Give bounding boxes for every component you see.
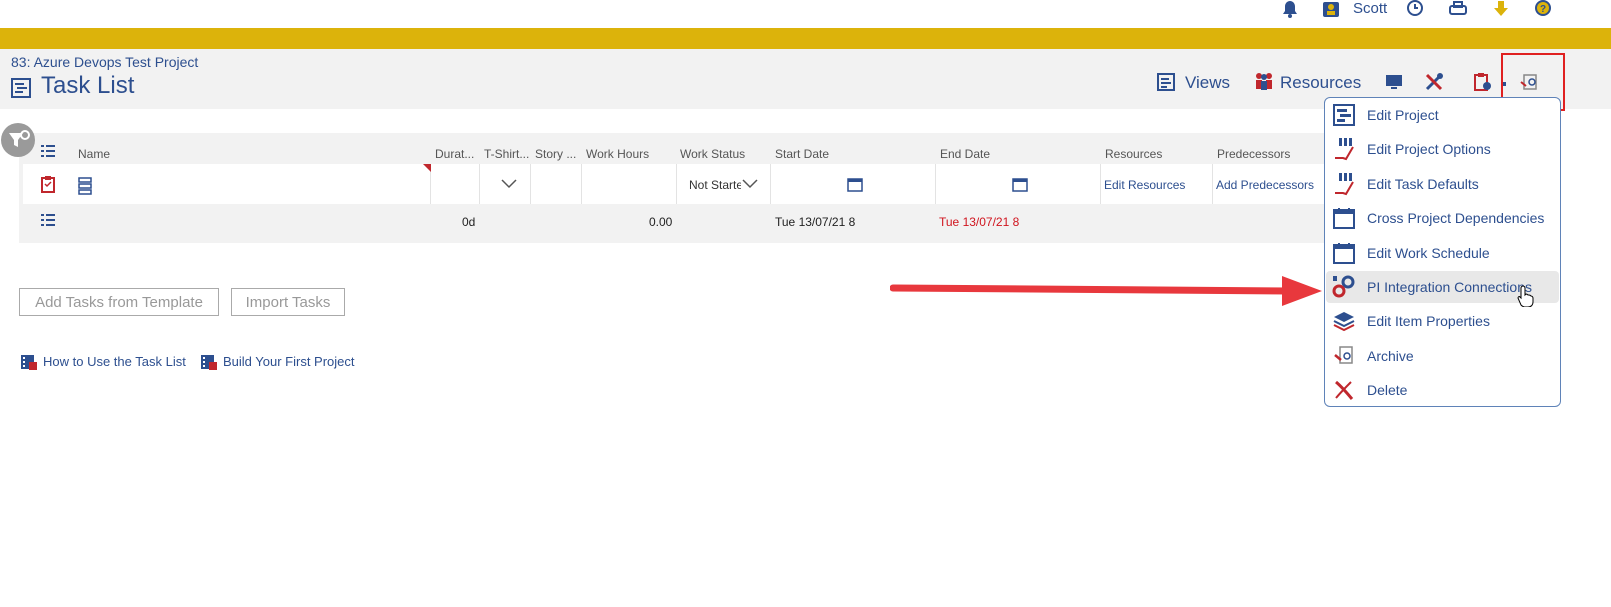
menu-item-label: Edit Project (1367, 107, 1439, 123)
page-title: Task List (41, 72, 135, 99)
add-tasks-from-template-button[interactable]: Add Tasks from Template (19, 288, 219, 316)
column-header-end-date[interactable]: End Date (940, 147, 990, 161)
menu-item-label: Edit Project Options (1367, 141, 1491, 157)
column-header-work-status[interactable]: Work Status (680, 147, 745, 161)
menu-item-label: Edit Item Properties (1367, 313, 1490, 329)
required-marker (423, 164, 431, 172)
column-header-predecessors[interactable]: Predecessors (1217, 147, 1290, 161)
svg-text:?: ? (1540, 4, 1546, 15)
cell-divider (1100, 164, 1101, 204)
edit-resources-link[interactable]: Edit Resources (1104, 178, 1185, 192)
views-icon[interactable] (1157, 73, 1175, 96)
row-menu-icon[interactable] (41, 144, 55, 163)
top-bar: Scott ? (0, 0, 1611, 28)
cell-divider (676, 164, 677, 204)
cell-divider (581, 164, 582, 204)
task-list-icon (11, 78, 31, 103)
help-icon[interactable]: ? (1532, 0, 1554, 18)
how-to-use-link[interactable]: How to Use the Task List (43, 354, 186, 369)
start-date-calendar-icon[interactable] (847, 177, 863, 197)
menu-item-edit-work-schedule[interactable]: Edit Work Schedule (1326, 237, 1559, 269)
summary-row-icon (41, 213, 55, 232)
breadcrumb[interactable]: 83: Azure Devops Test Project (11, 54, 198, 70)
add-predecessors-link[interactable]: Add Predecessors (1216, 178, 1314, 192)
work-status-chevron-icon[interactable] (741, 176, 759, 194)
menu-item-archive[interactable]: Archive (1326, 340, 1559, 372)
menu-item-label: Archive (1367, 348, 1414, 364)
calendar-icon (1331, 240, 1357, 266)
menu-item-edit-task-defaults[interactable]: Edit Task Defaults (1326, 168, 1559, 200)
layers-icon (1331, 308, 1357, 334)
summary-end-date: Tue 13/07/21 8 (939, 215, 1020, 229)
summary-work-hours: 0.00 (649, 215, 673, 229)
cell-divider (935, 164, 936, 204)
menu-item-label: Delete (1367, 382, 1408, 398)
tools-icon[interactable] (1424, 72, 1444, 97)
video-guide-icon (20, 354, 38, 375)
column-header-story[interactable]: Story ... (535, 147, 581, 161)
user-name[interactable]: Scott (1353, 0, 1387, 17)
resources-icon[interactable] (1254, 72, 1274, 95)
user-badge-icon[interactable] (1320, 0, 1342, 18)
column-header-name[interactable]: Name (78, 147, 110, 161)
end-date-calendar-icon[interactable] (1012, 177, 1028, 197)
import-tasks-button[interactable]: Import Tasks (231, 288, 345, 316)
views-button[interactable]: Views (1185, 73, 1230, 93)
cell-divider (479, 164, 480, 204)
download-icon[interactable] (1490, 0, 1512, 18)
column-header-start-date[interactable]: Start Date (775, 147, 829, 161)
annotation-arrow (890, 276, 1322, 306)
project-options-menu: Edit Project Edit Project Options Edit T… (1324, 97, 1561, 407)
gears-icon (1331, 274, 1357, 300)
tshirt-dropdown-chevron-icon[interactable] (500, 176, 518, 194)
clock-icon[interactable] (1404, 0, 1426, 18)
printer-icon[interactable] (1447, 0, 1469, 18)
menu-item-label: PI Integration Connections (1367, 279, 1532, 295)
task-clipboard-icon[interactable] (41, 175, 55, 198)
column-header-duration[interactable]: Durat... (435, 147, 481, 161)
menu-item-edit-project[interactable]: Edit Project (1326, 99, 1559, 131)
work-status-select[interactable]: Not Starte (689, 178, 741, 192)
monitor-icon[interactable] (1384, 73, 1404, 96)
filter-icon[interactable] (0, 122, 36, 163)
column-header-resources[interactable]: Resources (1105, 147, 1162, 161)
clipboard-check-icon[interactable] (1472, 72, 1492, 97)
archive-icon (1331, 343, 1357, 369)
brand-bar (0, 28, 1611, 49)
cell-divider (530, 164, 531, 204)
menu-item-delete[interactable]: Delete (1326, 374, 1559, 406)
column-header-work-hours[interactable]: Work Hours (586, 147, 649, 161)
gantt-icon (1331, 102, 1357, 128)
bell-icon[interactable] (1279, 0, 1301, 18)
column-header-tshirt[interactable]: T-Shirt... (484, 147, 530, 161)
cell-divider (1212, 164, 1213, 204)
options-icon (1331, 136, 1357, 162)
resources-button[interactable]: Resources (1280, 73, 1361, 93)
delete-icon (1331, 377, 1357, 403)
build-first-project-link[interactable]: Build Your First Project (223, 354, 355, 369)
summary-start-date: Tue 13/07/21 8 (775, 215, 856, 229)
video-guide-icon (200, 354, 218, 375)
cell-divider (770, 164, 771, 204)
calendar-icon (1331, 205, 1357, 231)
menu-item-label: Edit Task Defaults (1367, 176, 1479, 192)
menu-item-label: Cross Project Dependencies (1367, 210, 1545, 226)
summary-duration: 0d (462, 215, 476, 229)
menu-item-edit-project-options[interactable]: Edit Project Options (1326, 133, 1559, 165)
task-type-icon[interactable] (78, 177, 92, 200)
task-defaults-icon (1331, 171, 1357, 197)
menu-item-label: Edit Work Schedule (1367, 245, 1490, 261)
hand-cursor-icon (1517, 285, 1535, 312)
menu-item-cross-project-dependencies[interactable]: Cross Project Dependencies (1326, 202, 1559, 234)
